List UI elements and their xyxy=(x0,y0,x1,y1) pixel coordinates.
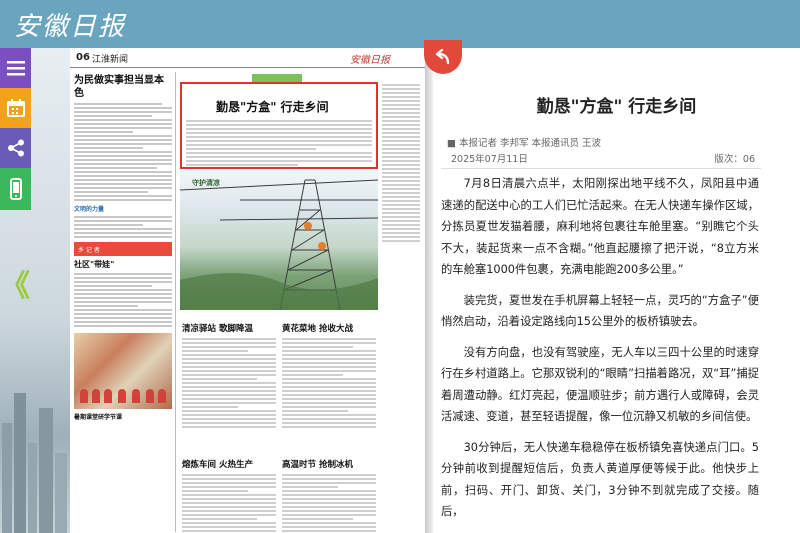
share-icon xyxy=(7,139,24,157)
page-shadow xyxy=(425,48,433,533)
newspaper-page[interactable]: 06 江淮新闻 安徽日报 为民做实事担当显本色 文明的力量 乡 记 者 社区"带… xyxy=(70,48,425,533)
article-title: 勤恳"方盒" 行走乡间 xyxy=(536,97,697,117)
highlighted-article-title: 勤恳"方盒" 行走乡间 xyxy=(216,100,329,114)
text-lines xyxy=(74,273,172,327)
article-paragraph: 没有方向盘，也没有驾驶座，无人车以三四十公里的时速穿行在乡村道路上。它那双锐利的… xyxy=(441,345,759,424)
page-logo: 安徽日报 xyxy=(350,55,390,66)
column-divider xyxy=(175,72,176,532)
left-column-banner: 乡 记 者 xyxy=(74,242,172,256)
article-paragraph: 30分钟后，无人快递车稳稳停在板桥镇免喜快递点门口。5分钟前收到提醒短信后，负责… xyxy=(441,440,759,519)
text-lines xyxy=(74,216,172,238)
mobile-button[interactable] xyxy=(0,168,31,210)
share-button[interactable] xyxy=(0,128,31,168)
sub-headline-4[interactable]: 高温时节 抢制冰机 xyxy=(282,458,353,470)
article-paragraph: 7月8日清晨六点半，太阳刚探出地平线不久，凤阳县中通速递的配送中心的工人们已忙活… xyxy=(441,177,759,276)
text-lines xyxy=(182,338,276,430)
text-lines xyxy=(282,338,376,430)
text-lines xyxy=(182,474,276,533)
power-tower-photo: 守护清凉 xyxy=(180,170,378,310)
page-number: 06 xyxy=(76,52,90,63)
page-section: 江淮新闻 xyxy=(92,55,129,65)
title-divider xyxy=(441,168,761,169)
menu-button[interactable] xyxy=(0,48,31,88)
city-skyline-image xyxy=(2,393,67,533)
mobile-icon xyxy=(9,178,22,200)
menu-icon xyxy=(6,61,25,76)
article-body: 7月8日清晨六点半，太阳刚探出地平线不久，凤阳县中通速递的配送中心的工人们已忙活… xyxy=(441,173,759,532)
text-lines xyxy=(74,103,172,201)
students-photo xyxy=(74,333,172,409)
left-column-headline[interactable]: 为民做实事担当显本色 xyxy=(74,74,172,100)
article-paragraph: 装完货，夏世发在手机屏幕上轻轻一点，灵巧的“方盒子”便悄然启动，沿着设定路线向1… xyxy=(441,293,759,329)
calendar-button[interactable] xyxy=(0,88,31,128)
text-lines xyxy=(186,120,372,168)
article-edition: 版次：06 xyxy=(714,154,755,165)
back-arrow-icon xyxy=(435,49,450,65)
left-column: 为民做实事担当显本色 文明的力量 乡 记 者 社区"带娃" 暑期课堂研学节课 xyxy=(74,74,172,529)
site-logo[interactable]: 安徽日报 xyxy=(14,6,126,43)
right-column-text xyxy=(382,84,420,244)
highlighted-article-box[interactable]: 勤恳"方盒" 行走乡间 xyxy=(180,82,378,169)
sub-headline-3[interactable]: 熔炼车间 火热生产 xyxy=(182,458,253,470)
sub-headline-2[interactable]: 黄花菜地 抢收大战 xyxy=(282,322,353,334)
calendar-icon xyxy=(6,99,25,117)
left-photo-caption: 暑期课堂研学节课 xyxy=(74,414,123,421)
site-header: 安徽日报 xyxy=(0,0,800,48)
sub-headline-1[interactable]: 清凉驿站 歌脚降温 xyxy=(182,322,253,334)
text-lines xyxy=(282,474,376,533)
power-tower-illustration xyxy=(180,179,378,310)
article-panel: 勤恳"方盒" 行走乡间 ■ 本报记者 李邦军 本报通讯员 王波 2025年07月… xyxy=(433,48,800,533)
left-column-headline-2[interactable]: 社区"带娃" xyxy=(74,259,172,270)
page-header: 06 江淮新闻 安徽日报 xyxy=(70,48,425,68)
left-column-subhead: 文明的力量 xyxy=(74,206,105,213)
previous-page-arrow[interactable]: 《 xyxy=(0,272,30,302)
photo-caption: 守护清凉 xyxy=(192,179,220,187)
article-author: ■ 本报记者 李邦军 本报通讯员 王波 xyxy=(447,138,602,149)
article-date: 2025年07月11日 xyxy=(451,154,528,165)
